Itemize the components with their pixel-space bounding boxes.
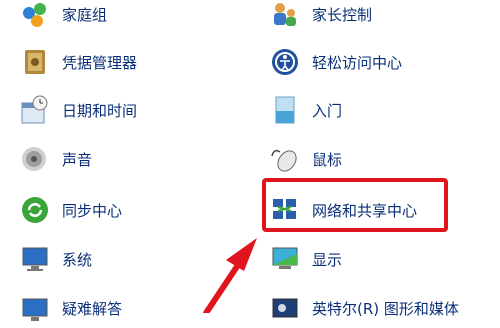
- annotation-arrow: [203, 238, 257, 313]
